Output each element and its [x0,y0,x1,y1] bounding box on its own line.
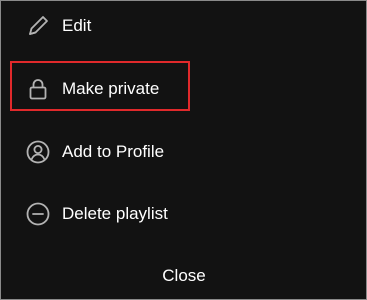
menu-item-make-private[interactable]: Make private [1,69,201,109]
minus-circle-icon [25,201,51,227]
menu-item-label: Make private [62,79,160,98]
menu-item-label: Delete playlist [62,204,168,223]
menu-item-edit[interactable]: Edit [1,6,201,46]
pencil-icon [25,13,51,39]
profile-icon [25,139,51,165]
close-button[interactable]: Close [134,263,234,289]
menu-item-label: Add to Profile [62,142,165,161]
playlist-options-sheet: Edit Make private Add to Profile Delete … [0,0,367,300]
menu-item-label: Edit [62,16,92,35]
menu-item-delete-playlist[interactable]: Delete playlist [1,194,231,234]
lock-icon [25,76,51,102]
menu-item-add-to-profile[interactable]: Add to Profile [1,132,231,172]
